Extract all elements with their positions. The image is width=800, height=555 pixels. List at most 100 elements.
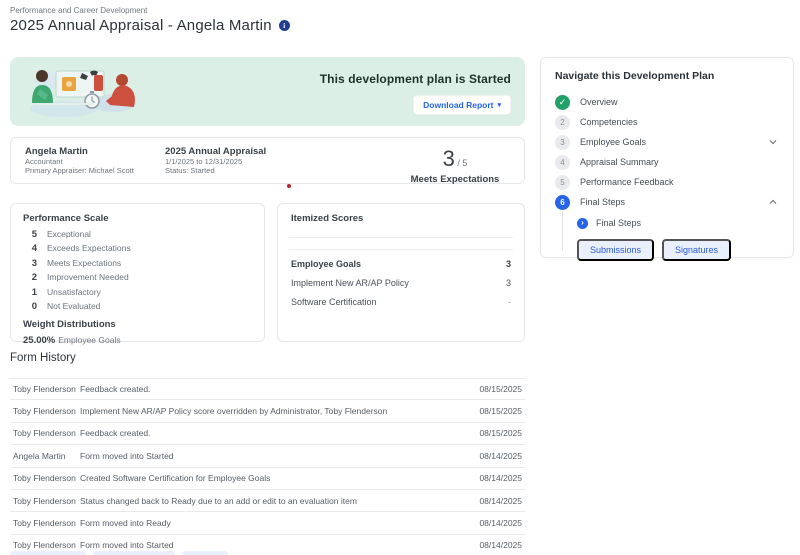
- table-row: Toby Flenderson Feedback created. 08/15/…: [10, 423, 525, 445]
- table-row: Toby Flenderson Feedback created. 08/15/…: [10, 378, 525, 400]
- title-row: 2025 Annual Appraisal - Angela Martin i: [10, 17, 290, 34]
- table-row: Toby Flenderson Status changed back to R…: [10, 490, 525, 512]
- step-connector-line: [562, 211, 563, 251]
- score-item-label: Software Certification: [291, 297, 377, 307]
- history-action: Created Software Certification for Emplo…: [80, 473, 462, 483]
- itemized-score-row: Employee Goals 3: [291, 259, 511, 269]
- score-item-label: Implement New AR/AP Policy: [291, 278, 409, 288]
- form-history-title: Form History: [10, 352, 76, 364]
- scale-level: 3 Meets Expectations: [23, 258, 252, 272]
- info-icon[interactable]: i: [279, 20, 290, 31]
- history-action: Status changed back to Ready due to an a…: [80, 496, 462, 506]
- scale-score: 2: [23, 272, 37, 283]
- history-user: Toby Flenderson: [13, 496, 80, 506]
- step-number: 3: [555, 135, 570, 150]
- scale-score: 0: [23, 301, 37, 312]
- table-row: Toby Flenderson Created Software Certifi…: [10, 468, 525, 490]
- scale-level: 5 Exceptional: [23, 229, 252, 243]
- scale-score: 1: [23, 287, 37, 298]
- chevron-up-icon: [769, 199, 777, 205]
- table-row: Toby Flenderson Form moved into Ready 08…: [10, 512, 525, 534]
- step-number: 6: [555, 195, 570, 210]
- nav-step-label: Overview: [580, 97, 618, 107]
- history-action: Feedback created.: [80, 428, 462, 438]
- nav-subitem-final-steps[interactable]: › Final Steps: [577, 214, 779, 232]
- scale-label: Meets Expectations: [47, 258, 121, 268]
- weight-distribution: 25.00%Employee Goals: [23, 335, 252, 346]
- scale-level: 4 Exceeds Expectations: [23, 243, 252, 257]
- scale-level: 1 Unsatisfactory: [23, 287, 252, 301]
- history-date: 08/14/2025: [462, 496, 522, 506]
- nav-step-performance-feedback[interactable]: 5 Performance Feedback: [555, 172, 779, 192]
- history-action: Form moved into Started: [80, 540, 462, 550]
- appraisal-status: Status: Started: [165, 166, 400, 175]
- scale-label: Exceeds Expectations: [47, 243, 131, 253]
- history-date: 08/14/2025: [462, 451, 522, 461]
- history-user: Toby Flenderson: [13, 384, 80, 394]
- teamwork-illustration: [26, 63, 146, 120]
- score-item-value: 3: [506, 259, 511, 269]
- employee-name: Angela Martin: [25, 146, 165, 157]
- breadcrumb[interactable]: Performance and Career Development: [10, 6, 147, 15]
- signatures-button[interactable]: Signatures: [662, 239, 731, 261]
- performance-scale-title: Performance Scale: [23, 213, 252, 224]
- history-date: 08/14/2025: [462, 518, 522, 528]
- nav-title: Navigate this Development Plan: [555, 70, 779, 82]
- cutoff-pill[interactable]: [182, 551, 228, 555]
- page-title: 2025 Annual Appraisal - Angela Martin: [10, 17, 272, 34]
- scale-level: 2 Improvement Needed: [23, 272, 252, 286]
- nav-step-final-steps[interactable]: 6 Final Steps: [555, 192, 779, 212]
- itemized-score-row: Implement New AR/AP Policy 3: [291, 278, 511, 288]
- weight-distributions-title: Weight Distributions: [23, 319, 252, 330]
- table-row: Angela Martin Form moved into Started 08…: [10, 445, 525, 467]
- itemized-scores-card: Itemized Scores Employee Goals 3 Impleme…: [277, 203, 525, 342]
- nav-step-label: Employee Goals: [580, 137, 646, 147]
- download-report-button[interactable]: Download Report ▾: [413, 95, 511, 115]
- appraisal-period: 1/1/2025 to 12/31/2025: [165, 157, 400, 166]
- employee-role: Accountant: [25, 157, 165, 166]
- cutoff-pill[interactable]: [93, 551, 175, 555]
- overall-score-label: Meets Expectations: [400, 174, 510, 185]
- history-user: Angela Martin: [13, 451, 80, 461]
- performance-scale-card: Performance Scale 5 Exceptional 4 Exceed…: [10, 203, 265, 342]
- download-report-label: Download Report: [423, 100, 493, 110]
- table-row: Toby Flenderson Form moved into Started …: [10, 535, 525, 555]
- step-number: 5: [555, 175, 570, 190]
- status-banner: This development plan is Started Downloa…: [10, 57, 525, 126]
- step-number: 2: [555, 115, 570, 130]
- score-item-value: 3: [506, 278, 511, 288]
- history-action: Feedback created.: [80, 384, 462, 394]
- history-user: Toby Flenderson: [13, 406, 80, 416]
- history-date: 08/15/2025: [462, 384, 522, 394]
- history-date: 08/14/2025: [462, 540, 522, 550]
- history-user: Toby Flenderson: [13, 518, 80, 528]
- development-plan-nav: Navigate this Development Plan ✓ Overvie…: [540, 57, 794, 258]
- itemized-score-row: Software Certification -: [291, 297, 511, 307]
- divider: [289, 237, 513, 238]
- scale-score: 4: [23, 243, 37, 254]
- cutoff-pill[interactable]: [10, 551, 86, 555]
- scale-label: Not Evaluated: [47, 301, 100, 311]
- nav-step-overview[interactable]: ✓ Overview: [555, 92, 779, 112]
- overall-score-value: 3: [443, 146, 455, 171]
- history-date: 08/15/2025: [462, 428, 522, 438]
- caret-down-icon: ▾: [497, 101, 501, 109]
- history-date: 08/14/2025: [462, 473, 522, 483]
- scale-score: 3: [23, 258, 37, 269]
- form-history-table: Toby Flenderson Feedback created. 08/15/…: [10, 378, 525, 555]
- divider: [289, 249, 513, 250]
- nav-step-appraisal-summary[interactable]: 4 Appraisal Summary: [555, 152, 779, 172]
- weight-percent: 25.00%: [23, 335, 55, 346]
- appraisal-name: 2025 Annual Appraisal: [165, 146, 400, 157]
- history-action: Form moved into Ready: [80, 518, 462, 528]
- submissions-button[interactable]: Submissions: [577, 239, 654, 261]
- history-date: 08/15/2025: [462, 406, 522, 416]
- step-number: 4: [555, 155, 570, 170]
- nav-step-competencies[interactable]: 2 Competencies: [555, 112, 779, 132]
- scale-score: 5: [23, 229, 37, 240]
- overall-score-max: / 5: [457, 158, 467, 168]
- appraisal-summary-card: Angela Martin Accountant Primary Apprais…: [10, 137, 525, 184]
- nav-step-label: Competencies: [580, 117, 638, 127]
- nav-step-employee-goals[interactable]: 3 Employee Goals: [555, 132, 779, 152]
- nav-step-label: Final Steps: [580, 197, 625, 207]
